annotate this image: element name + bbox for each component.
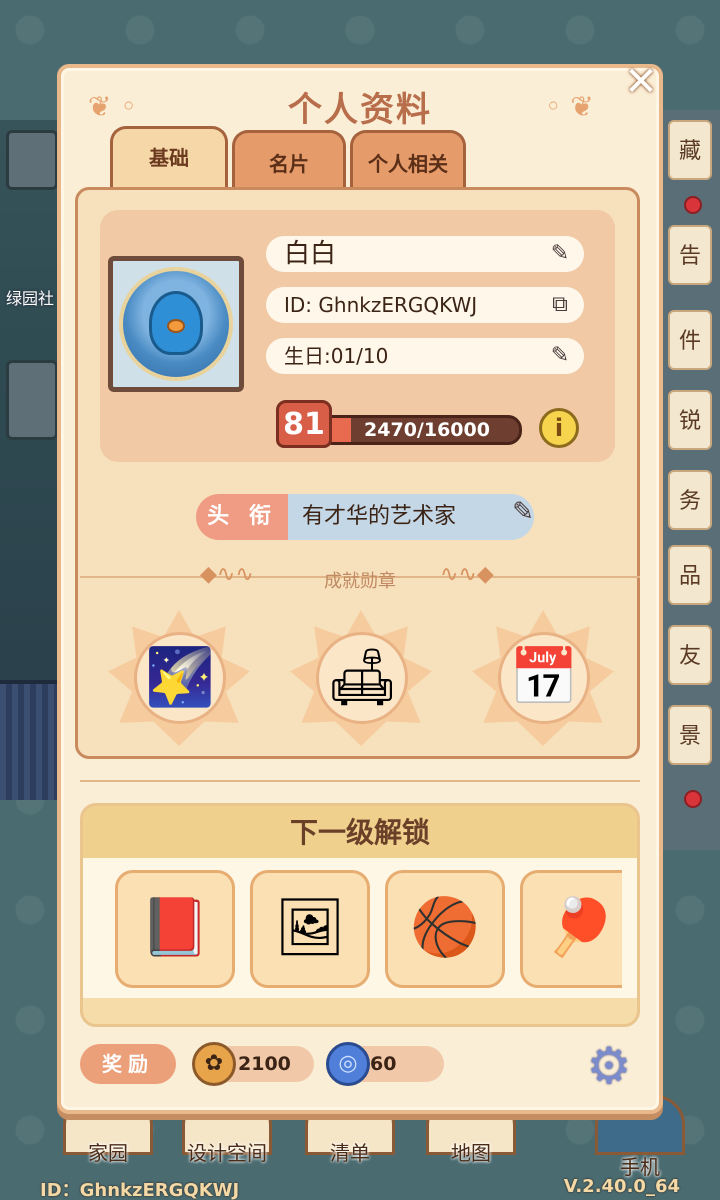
player-name-field: 白白 ✎ [266,236,584,272]
unlock-scroll-clip: 🏓 [520,870,622,988]
footer-version: V.2.40.0_64 [563,1176,680,1197]
tab-basic[interactable]: 基础 [110,126,228,188]
background-building-icon [6,130,58,190]
nav-map-label: 地图 [451,1141,491,1165]
unlock-item[interactable]: 📕 [115,870,235,988]
calendar-check-icon: 📅 [509,645,579,710]
side-menu-item[interactable]: 告 [668,225,712,285]
gear-icon[interactable]: ⚙ [582,1040,636,1094]
tab-personal[interactable]: 个人相关 [350,130,466,188]
achievement-badge[interactable]: 🌠 [108,610,250,746]
tab-card[interactable]: 名片 [232,130,346,188]
bookshelf-icon: 📕 [140,895,210,960]
avatar[interactable] [108,256,244,392]
side-menu-item[interactable]: 友 [668,625,712,685]
level-badge: 81 [276,400,332,448]
reward-label: 奖励 [80,1044,176,1084]
background-building-icon [6,360,58,440]
coin-amount: 2100 [238,1053,291,1075]
ping-pong-icon: 🏓 [545,895,615,960]
side-menu-item[interactable]: 件 [668,310,712,370]
dialog-title: 个人资料 [288,90,432,130]
birthday-text: 生日:01/10 [284,344,389,368]
experience-bar: 2470/16000 [318,415,522,445]
coin-reward: ✿ 2100 [192,1042,314,1086]
player-title-value: 有才华的艺术家 [288,494,534,540]
gem-reward: ◎ 60 [326,1042,444,1086]
nav-design-label: 设计空间 [187,1141,267,1165]
notification-dot [684,196,702,214]
shooting-star-scroll-icon: 🌠 [145,645,215,710]
panel-divider [80,780,640,782]
basketball-icon: 🏀 [410,895,480,960]
gem-icon: ◎ [326,1042,370,1086]
side-menu-item[interactable]: 锐 [668,390,712,450]
achievement-badge[interactable]: 📅 [472,610,614,746]
next-unlock-title: 下一级解锁 [83,806,637,858]
notification-dot [684,790,702,808]
player-title-label: 头 衔 [196,494,288,540]
copy-id-icon[interactable]: ⧉ [544,291,576,319]
experience-text: 2470/16000 [364,419,490,441]
birthday-field: 生日:01/10 ✎ [266,338,584,374]
bird-beak [167,319,185,333]
achievement-badge[interactable]: 🛋 [290,610,432,746]
unlock-item[interactable]: 🏀 [385,870,505,988]
close-icon[interactable]: ✕ [620,62,662,104]
player-id-field: ID: GhnkzERGQKWJ ⧉ [266,287,584,323]
nav-list-label: 清单 [330,1141,370,1165]
armchair-icon: 🛋 [326,645,398,710]
edit-name-pencil-icon[interactable]: ✎ [544,240,576,268]
unlock-item[interactable]: 🖼 [250,870,370,988]
nav-home-label: 家园 [88,1141,128,1165]
coin-icon: ✿ [192,1042,236,1086]
background-right-shelf: 藏 告 件 锐 务 品 友 景 [658,110,720,850]
player-title-row: 头 衔 有才华的艺术家 [196,494,534,540]
info-icon[interactable]: i [539,408,579,448]
edit-title-pencil-icon[interactable]: ✎ [500,497,546,537]
achievements-label: 成就勋章 [324,571,396,592]
player-id: ID: GhnkzERGQKWJ [284,293,478,317]
edit-birthday-pencil-icon[interactable]: ✎ [544,342,576,370]
background-area-label: 绿园社 [6,289,55,308]
side-menu-item[interactable]: 景 [668,705,712,765]
player-name: 白白 [284,239,337,269]
footer-player-id: ID：GhnkzERGQKWJ [40,1180,240,1200]
gem-amount: 60 [370,1053,397,1075]
chalkboard-easel-icon: 🖼 [274,895,346,960]
unlock-item[interactable]: 🏓 [520,870,622,988]
side-menu-item[interactable]: 务 [668,470,712,530]
